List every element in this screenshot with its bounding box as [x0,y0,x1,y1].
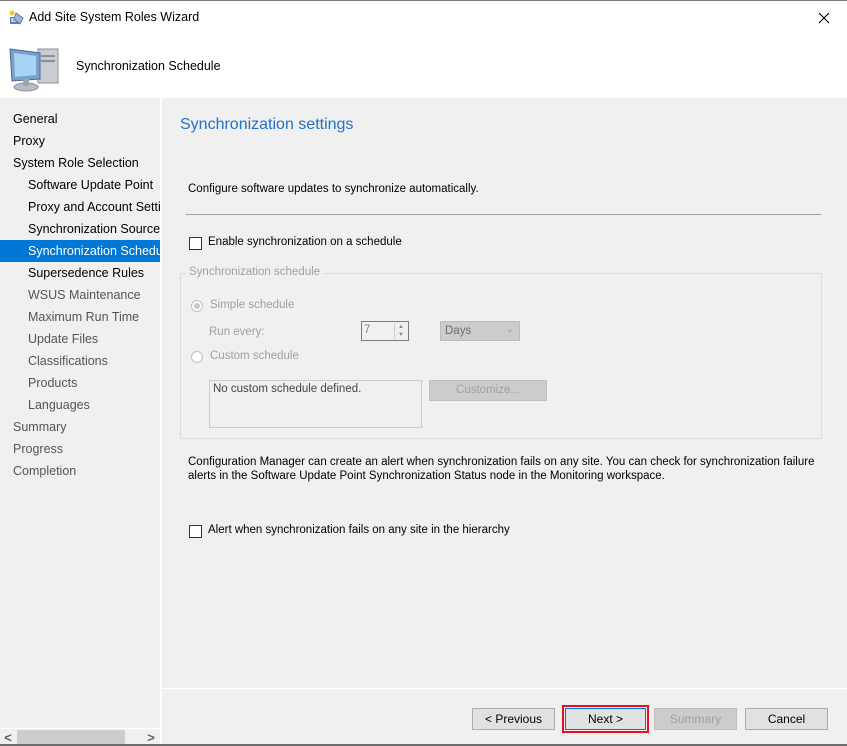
section-title: Synchronization settings [180,116,354,133]
wizard-window: Add Site System Roles Wizard Synchroniza… [0,0,847,746]
stepper-up-icon[interactable]: ▲ [395,323,407,331]
page-title: Synchronization Schedule [76,59,221,73]
custom-schedule-radio[interactable] [191,351,203,363]
nav-item[interactable]: WSUS Maintenance [0,284,160,306]
wizard-navigation: General Proxy System Role Selection Softwar… [0,98,160,728]
nav-item[interactable]: Software Update Point [0,174,160,196]
run-every-stepper[interactable]: 7 ▲ ▼ [361,321,409,341]
run-every-label: Run every: [209,326,265,338]
content-pane: Synchronization settings Configure softw… [162,98,847,688]
stepper-down-icon[interactable]: ▼ [395,331,407,339]
page-description: Configure software updates to synchroniz… [188,183,479,195]
nav-item[interactable]: Classifications [0,350,160,372]
separator [186,214,821,215]
nav-item[interactable]: Completion [0,460,160,482]
custom-schedule-label[interactable]: Custom schedule [210,350,299,362]
previous-button[interactable]: < Previous [472,708,555,730]
nav-item[interactable]: Supersedence Rules [0,262,160,284]
computer-icon [9,48,59,92]
summary-button[interactable]: Summary [654,708,737,730]
wizard-icon [9,10,24,25]
nav-item[interactable]: Proxy [0,130,160,152]
interval-unit-value: Days [445,325,472,337]
alert-checkbox[interactable] [189,525,202,538]
nav-item[interactable]: Synchronization Source [0,218,160,240]
nav-item[interactable]: Products [0,372,160,394]
close-button[interactable] [801,2,847,33]
customize-button[interactable]: Customize... [429,380,547,401]
alert-info-text: Configuration Manager can create an aler… [188,456,815,482]
enable-schedule-checkbox[interactable] [189,237,202,250]
custom-schedule-textbox[interactable]: No custom schedule defined. [209,380,422,428]
run-every-value[interactable]: 7 [364,324,370,336]
alert-checkbox-label[interactable]: Alert when synchronization fails on any … [208,524,510,536]
nav-item[interactable]: Maximum Run Time [0,306,160,328]
wizard-header: Synchronization Schedule [0,33,847,98]
close-icon [818,12,830,23]
nav-item[interactable]: Summary [0,416,160,438]
simple-schedule-radio[interactable] [191,300,203,312]
nav-item[interactable]: Update Files [0,328,160,350]
chevron-down-icon: ⌄ [505,324,514,335]
nav-item[interactable]: System Role Selection [0,152,160,174]
enable-schedule-label[interactable]: Enable synchronization on a schedule [208,236,402,248]
group-legend: Synchronization schedule [186,266,324,278]
nav-item[interactable]: Synchronization Schedule [0,240,160,262]
title-bar: Add Site System Roles Wizard [0,2,847,33]
nav-item[interactable]: General [0,108,160,130]
window-title: Add Site System Roles Wizard [29,10,200,24]
interval-unit-dropdown[interactable]: Days ⌄ [440,321,520,341]
button-bar: < Previous Next > Summary Cancel [162,688,847,746]
cancel-button[interactable]: Cancel [745,708,828,730]
nav-item[interactable]: Progress [0,438,160,460]
nav-item[interactable]: Proxy and Account Settings [0,196,160,218]
stepper-arrows[interactable]: ▲ ▼ [394,323,407,339]
custom-schedule-text: No custom schedule defined. [213,383,362,395]
next-button[interactable]: Next > [562,705,649,733]
scrollbar-thumb[interactable] [17,730,125,745]
nav-item[interactable]: Languages [0,394,160,416]
sync-schedule-group: Synchronization schedule Simple schedule… [180,266,822,439]
simple-schedule-label[interactable]: Simple schedule [210,299,294,311]
